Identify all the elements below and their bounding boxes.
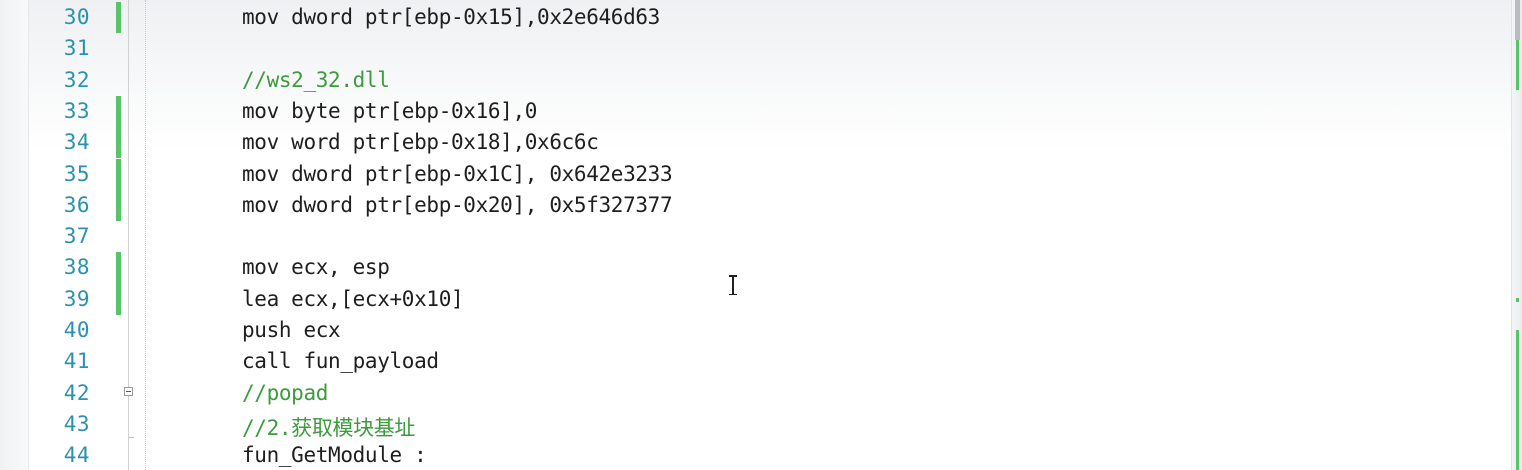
change-indicator-bar — [116, 158, 121, 190]
line-number: 39 — [63, 286, 90, 311]
code-line[interactable]: 42 //popad — [0, 378, 1500, 409]
collapse-box-icon[interactable] — [124, 386, 133, 396]
code-statement: mov dword ptr[ebp-0x15],0x2e646d63 — [242, 5, 660, 29]
code-line[interactable]: 37 — [0, 221, 1500, 252]
code-editor[interactable]: 30 mov dword ptr[ebp-0x15],0x2e646d63 31 32… — [0, 0, 1522, 470]
line-number: 42 — [63, 380, 90, 405]
change-indicator-bar — [116, 127, 121, 159]
change-indicator-bar — [116, 252, 121, 284]
line-number: 44 — [63, 443, 90, 468]
code-comment: //popad — [242, 380, 329, 405]
code-line[interactable]: 35 mov dword ptr[ebp-0x1C], 0x642e3233 — [0, 158, 1500, 190]
line-number: 32 — [63, 67, 90, 92]
code-line[interactable]: 36 mov dword ptr[ebp-0x20], 0x5f327377 — [0, 189, 1500, 222]
code-line[interactable]: 32 //ws2_32.dll — [0, 65, 1500, 96]
code-line[interactable]: 31 — [0, 33, 1500, 64]
code-statement: mov dword ptr[ebp-0x20], 0x5f327377 — [242, 192, 673, 217]
scrollbar-thumb[interactable] — [1515, 0, 1520, 40]
line-number: 33 — [63, 98, 90, 123]
code-statement: lea ecx,[ecx+0x10] — [242, 286, 464, 311]
line-number: 30 — [63, 5, 90, 29]
line-number: 31 — [63, 36, 90, 61]
code-comment: //2.获取模块基址 — [242, 415, 416, 440]
scrollbar-change-marker — [1516, 298, 1519, 302]
code-statement: fun_GetModule : — [242, 443, 427, 468]
line-number: 35 — [63, 161, 90, 186]
code-line[interactable]: 40 push ecx — [0, 315, 1500, 346]
line-number: 38 — [63, 255, 90, 280]
vertical-scrollbar[interactable] — [1511, 0, 1522, 470]
line-number: 36 — [63, 192, 90, 217]
code-statement: mov ecx, esp — [242, 255, 390, 280]
scrollbar-change-marker — [1516, 40, 1519, 90]
line-number: 41 — [63, 349, 90, 374]
code-statement: mov word ptr[ebp-0x18],0x6c6c — [242, 130, 599, 155]
code-statement: mov byte ptr[ebp-0x16],0 — [242, 98, 538, 123]
scrollbar-change-marker — [1516, 330, 1519, 470]
line-number: 43 — [63, 411, 90, 436]
code-line[interactable]: 39 lea ecx,[ecx+0x10] — [0, 283, 1500, 315]
i-beam-cursor-icon — [728, 275, 738, 295]
change-indicator-bar — [116, 189, 121, 222]
code-comment: //ws2_32.dll — [242, 67, 390, 92]
code-line[interactable]: 43 //2.获取模块基址 — [0, 409, 1500, 440]
code-line[interactable]: 34 mov word ptr[ebp-0x18],0x6c6c — [0, 127, 1500, 159]
line-number: 40 — [63, 318, 90, 342]
code-statement: mov dword ptr[ebp-0x1C], 0x642e3233 — [242, 161, 673, 186]
code-statement: push ecx — [242, 318, 341, 342]
line-number: 37 — [63, 224, 90, 249]
line-number: 34 — [63, 130, 90, 155]
code-line[interactable]: 44 fun_GetModule : — [0, 440, 1500, 470]
code-line[interactable]: 30 mov dword ptr[ebp-0x15],0x2e646d63 — [0, 2, 1500, 34]
code-line[interactable]: 38 mov ecx, esp — [0, 252, 1500, 284]
code-line[interactable]: 33 mov byte ptr[ebp-0x16],0 — [0, 95, 1500, 128]
change-indicator-bar — [116, 95, 121, 128]
change-indicator-bar — [116, 283, 121, 315]
change-indicator-bar — [116, 2, 121, 34]
code-line[interactable]: 41 call fun_payload — [0, 346, 1500, 377]
code-statement: call fun_payload — [242, 349, 439, 374]
